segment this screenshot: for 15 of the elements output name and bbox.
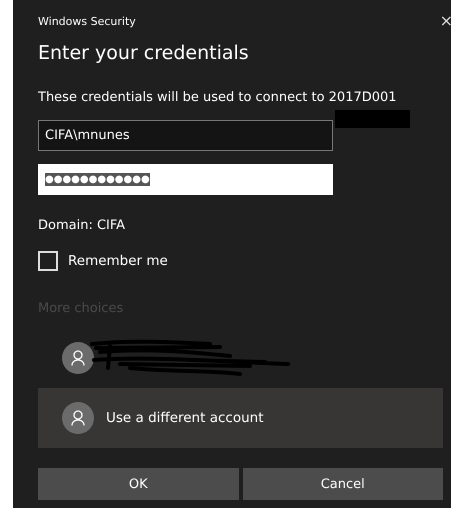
account-option[interactable]: Use a different account: [38, 388, 443, 448]
remember-checkbox[interactable]: [38, 251, 58, 271]
password-field[interactable]: ●●●●●●●●●●●●: [38, 164, 333, 195]
dialog-heading: Enter your credentials: [38, 42, 250, 64]
dialog-button[interactable]: OK: [38, 468, 238, 500]
person-icon: [71, 350, 85, 366]
close-button[interactable]: ×: [440, 13, 451, 29]
checkbox-label: Remember me: [68, 253, 168, 269]
account-label: Use a different account: [106, 410, 264, 426]
domain-label: Domain: CIFA: [38, 218, 126, 233]
message-text: These credentials will be used to connect to 2017D001: [38, 90, 397, 105]
person-icon: [71, 410, 85, 426]
window-title: Windows Security: [38, 14, 136, 28]
username-field[interactable]: CIFA\mnunes: [38, 120, 333, 151]
dialog-button[interactable]: Cancel: [242, 468, 443, 500]
